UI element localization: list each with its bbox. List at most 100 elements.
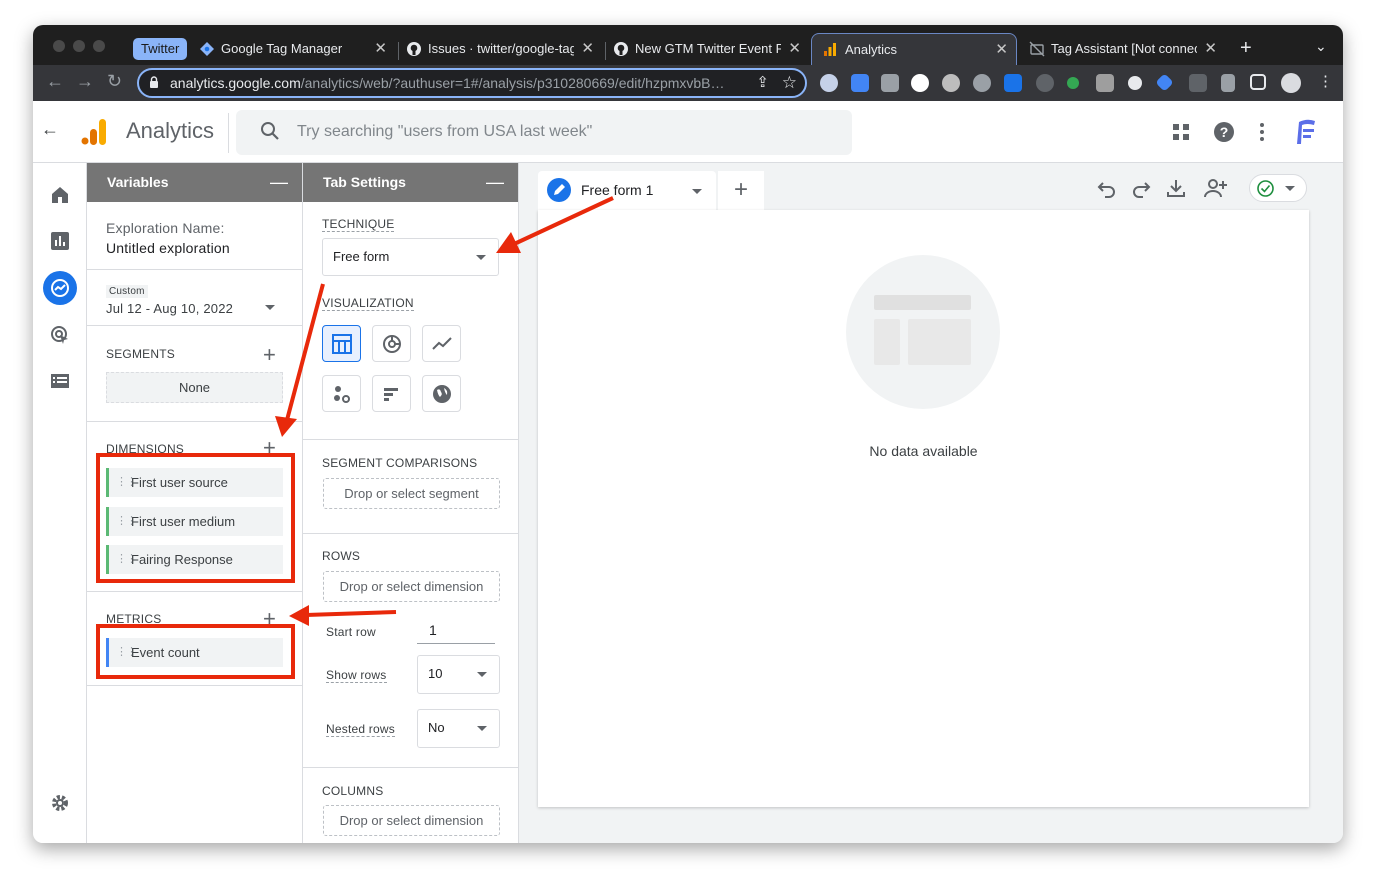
segments-none[interactable]: None [106, 372, 283, 403]
extension-icon[interactable] [1004, 74, 1022, 92]
tab-github-new[interactable]: New GTM Twitter Event Pi ✕ [613, 33, 803, 65]
reports-icon[interactable] [50, 231, 70, 251]
collapse-icon[interactable]: — [486, 163, 504, 202]
line-visualization-button[interactable] [422, 325, 461, 362]
tab-analytics[interactable]: Analytics ✕ [811, 33, 1017, 65]
variables-title: Variables [107, 174, 169, 190]
chevron-down-icon[interactable] [692, 189, 702, 194]
configure-list-icon[interactable] [50, 371, 70, 391]
save-status-button[interactable] [1249, 174, 1307, 202]
url-host: analytics.google.com [170, 75, 301, 91]
metrics-highlight-box [96, 624, 295, 679]
more-vert-icon[interactable] [1259, 122, 1265, 142]
close-icon[interactable]: ✕ [581, 33, 594, 65]
browser-menu-icon[interactable]: ⋮ [1318, 72, 1333, 90]
extension-icon[interactable] [1096, 74, 1114, 92]
extension-icon[interactable] [911, 74, 929, 92]
close-icon[interactable]: ✕ [995, 34, 1008, 65]
tab-strip: Twitter Google Tag Manager ✕ Issues · tw… [33, 25, 1343, 65]
minimize-window-button[interactable] [73, 40, 85, 52]
chevron-down-icon[interactable] [265, 305, 275, 310]
show-rows-select[interactable]: 10 [417, 655, 500, 694]
nested-rows-select[interactable]: No [417, 709, 500, 748]
edit-pencil-icon[interactable] [547, 178, 571, 202]
close-icon[interactable]: ✕ [374, 33, 387, 65]
left-nav-rail [33, 163, 87, 843]
exploration-name-label: Exploration Name: [106, 220, 225, 236]
search-icon [261, 122, 279, 140]
share-icon[interactable]: ⇪ [756, 73, 769, 91]
nested-rows-label: Nested rows [326, 722, 395, 737]
table-visualization-button[interactable] [322, 325, 361, 362]
account-logo-icon[interactable] [1293, 118, 1319, 146]
start-row-input[interactable]: 1 [417, 615, 495, 644]
scatter-visualization-button[interactable] [322, 375, 361, 412]
zoom-window-button[interactable] [93, 40, 105, 52]
collapse-icon[interactable]: — [270, 163, 288, 202]
tab-title: Google Tag Manager [221, 41, 343, 56]
tab-gtm[interactable]: Google Tag Manager ✕ [199, 33, 389, 65]
extension-icon[interactable] [820, 74, 838, 92]
settings-gear-icon[interactable] [50, 793, 70, 813]
tab-issues[interactable]: Issues · twitter/google-tag ✕ [406, 33, 596, 65]
github-icon [614, 42, 628, 56]
rows-dropzone[interactable]: Drop or select dimension [323, 571, 500, 602]
extension-icon[interactable] [1155, 73, 1174, 92]
close-window-button[interactable] [53, 40, 65, 52]
columns-label: COLUMNS [322, 784, 384, 798]
lock-icon [150, 76, 158, 88]
extension-icon[interactable] [881, 74, 899, 92]
bar-visualization-button[interactable] [372, 375, 411, 412]
extension-icon[interactable] [973, 74, 991, 92]
side-panel-icon[interactable] [1250, 74, 1266, 90]
profile-avatar[interactable] [1281, 73, 1301, 93]
extension-icon[interactable] [1128, 76, 1142, 90]
show-rows-label: Show rows [326, 668, 387, 683]
technique-select[interactable]: Free form [322, 238, 499, 276]
tab-group-chip[interactable]: Twitter [133, 38, 188, 60]
apps-grid-icon[interactable] [1172, 123, 1190, 141]
back-arrow-icon[interactable]: ← [41, 119, 59, 140]
date-range-value[interactable]: Jul 12 - Aug 10, 2022 [106, 301, 233, 316]
reload-icon[interactable]: ↻ [107, 71, 122, 92]
tab-name[interactable]: Free form 1 [581, 182, 653, 198]
tab-tag-assistant[interactable]: Tag Assistant [Not connec ✕ [1029, 33, 1219, 65]
explore-icon [51, 279, 69, 297]
extension-icon[interactable] [1036, 74, 1054, 92]
share-people-icon[interactable] [1203, 178, 1229, 198]
home-icon[interactable] [50, 185, 70, 205]
tab-settings-title: Tab Settings [323, 174, 406, 190]
close-icon[interactable]: ✕ [788, 33, 801, 65]
bookmark-star-icon[interactable]: ☆ [782, 73, 797, 93]
close-icon[interactable]: ✕ [1204, 33, 1217, 65]
back-arrow-icon[interactable]: ← [46, 71, 64, 92]
svg-text:?: ? [1220, 124, 1229, 140]
extension-icon[interactable] [1067, 77, 1079, 89]
tab-search-chevron-icon[interactable]: ⌄ [1315, 38, 1327, 55]
exploration-name-value[interactable]: Untitled exploration [106, 240, 230, 256]
start-row-label: Start row [326, 625, 376, 639]
explore-nav-item[interactable] [43, 271, 77, 305]
search-input[interactable]: Try searching "users from USA last week" [236, 110, 852, 155]
browser-toolbar: ← → ↻ analytics.google.com/analytics/web… [33, 65, 1343, 101]
help-icon[interactable]: ? [1213, 121, 1235, 143]
puzzle-icon[interactable] [1221, 74, 1235, 92]
donut-visualization-button[interactable] [372, 325, 411, 362]
forward-arrow-icon[interactable]: → [76, 71, 94, 92]
address-bar[interactable]: analytics.google.com/analytics/web/?auth… [137, 68, 807, 98]
segment-dropzone[interactable]: Drop or select segment [323, 478, 500, 509]
geo-visualization-button[interactable] [422, 375, 461, 412]
extension-icon[interactable] [1189, 74, 1207, 92]
add-tab-button[interactable]: + [718, 171, 764, 210]
extension-icon[interactable] [942, 74, 960, 92]
add-segment-icon[interactable]: + [263, 344, 276, 366]
redo-icon[interactable] [1131, 178, 1151, 198]
extension-icon[interactable] [851, 74, 869, 92]
new-tab-button[interactable]: + [1240, 37, 1252, 60]
advertising-icon[interactable] [50, 325, 70, 345]
columns-dropzone[interactable]: Drop or select dimension [323, 805, 500, 836]
tab-free-form-1[interactable]: Free form 1 [538, 171, 716, 210]
exploration-canvas[interactable]: No data available [538, 210, 1309, 807]
undo-icon[interactable] [1097, 178, 1117, 198]
download-icon[interactable] [1166, 178, 1186, 198]
